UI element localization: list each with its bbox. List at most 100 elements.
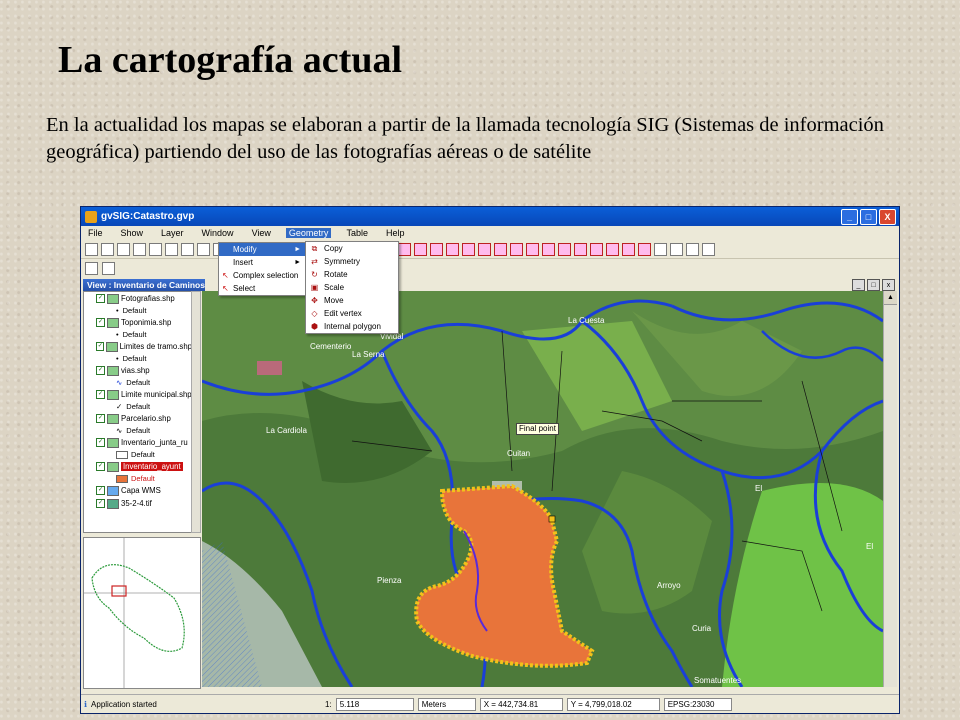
- layer-checkbox[interactable]: ✓: [96, 390, 105, 399]
- menu-geometry[interactable]: Geometry: [285, 228, 332, 238]
- overview-map[interactable]: [83, 537, 201, 689]
- submenu-move[interactable]: ✥ Move: [306, 294, 398, 307]
- layer-item[interactable]: ✓ Parcelario.shp: [84, 412, 192, 425]
- add-layer-icon[interactable]: [85, 261, 98, 275]
- menubar: File Show Layer Window View Geometry Tab…: [81, 226, 899, 240]
- chart-icon[interactable]: [686, 242, 699, 256]
- symmetry-tool-icon[interactable]: [558, 242, 571, 256]
- scroll-up-icon[interactable]: ▲: [884, 291, 897, 305]
- menu-view[interactable]: View: [249, 228, 274, 238]
- image-icon[interactable]: [702, 242, 715, 256]
- menu-layer[interactable]: Layer: [158, 228, 187, 238]
- new-file-icon[interactable]: [85, 242, 98, 256]
- layer-icon: [107, 389, 119, 400]
- layer-item[interactable]: ✓ Inventario_junta_ru: [84, 436, 192, 449]
- edit-vertex-icon[interactable]: [622, 242, 635, 256]
- view-close-button[interactable]: x: [882, 279, 895, 291]
- submenu-edit-vertex[interactable]: ◇ Edit vertex: [306, 307, 398, 320]
- point-tool-icon[interactable]: [430, 242, 443, 256]
- ellipse-tool-icon[interactable]: [526, 242, 539, 256]
- layer-checkbox[interactable]: ✓: [96, 342, 105, 351]
- move-tool-icon[interactable]: [606, 242, 619, 256]
- layer-item[interactable]: ✓ Limites de tramo.shp: [84, 340, 192, 353]
- layer-checkbox[interactable]: ✓: [96, 318, 105, 327]
- layer-legend: Default: [84, 449, 192, 460]
- menu-show[interactable]: Show: [118, 228, 147, 238]
- internal-polygon-icon[interactable]: [638, 242, 651, 256]
- menu-item-insert[interactable]: Insert ►: [219, 256, 305, 269]
- copy-tool-icon[interactable]: [542, 242, 555, 256]
- layer-checkbox[interactable]: ✓: [96, 438, 105, 447]
- maximize-button[interactable]: □: [860, 208, 877, 225]
- menu-help[interactable]: Help: [383, 228, 408, 238]
- circle-select-icon[interactable]: [414, 242, 427, 256]
- layer-item[interactable]: ✓ Toponimia.shp: [84, 316, 192, 329]
- layer-checkbox[interactable]: ✓: [96, 294, 105, 303]
- layer-checkbox[interactable]: ✓: [96, 366, 105, 375]
- rotate-tool-icon[interactable]: [574, 242, 587, 256]
- layer-item-editing[interactable]: ✓ Inventario_ayunt: [84, 460, 192, 473]
- place-label: El: [755, 484, 762, 493]
- layer-checkbox[interactable]: ✓: [96, 499, 105, 508]
- menu-item-complex-selection[interactable]: ↖ Complex selection: [219, 269, 305, 282]
- rotate-icon: ↻: [311, 270, 318, 279]
- info-icon[interactable]: [197, 242, 210, 256]
- layer-icon: [107, 413, 119, 424]
- menu-window[interactable]: Window: [199, 228, 237, 238]
- menu-file[interactable]: File: [85, 228, 106, 238]
- scale-tool-icon[interactable]: [590, 242, 603, 256]
- layer-properties-icon[interactable]: [102, 261, 115, 275]
- view-maximize-button[interactable]: □: [867, 279, 880, 291]
- copy-icon: ⧉: [311, 243, 318, 253]
- line-symbol-icon: ∿: [116, 426, 123, 435]
- polygon-tool-icon[interactable]: [494, 242, 507, 256]
- zoom-in-icon[interactable]: [133, 242, 146, 256]
- layer-item[interactable]: ✓ Capa WMS: [84, 484, 192, 497]
- square-tool-icon[interactable]: [510, 242, 523, 256]
- secondary-toolbar: [81, 259, 899, 277]
- close-button[interactable]: X: [879, 208, 896, 225]
- select-arrow-icon[interactable]: [654, 242, 667, 256]
- map-canvas[interactable]: Cementerio La Serna Vividal La Cuesta La…: [202, 291, 883, 687]
- layer-icon: [107, 293, 119, 304]
- open-folder-icon[interactable]: [101, 242, 114, 256]
- line-tool-icon[interactable]: [446, 242, 459, 256]
- symmetry-icon: ⇄: [311, 257, 318, 266]
- submenu-copy[interactable]: ⧉ Copy: [306, 242, 398, 255]
- layer-item[interactable]: ✓ 35-2-4.tif: [84, 497, 192, 510]
- table-icon[interactable]: [670, 242, 683, 256]
- submenu-internal-polygon[interactable]: ⬢ Internal polygon: [306, 320, 398, 333]
- menu-table[interactable]: Table: [343, 228, 371, 238]
- layer-icon: [107, 365, 119, 376]
- gvsig-window: gvSIG:Catastro.gvp _ □ X File Show Layer…: [80, 206, 900, 714]
- layer-checkbox[interactable]: ✓: [96, 414, 105, 423]
- submenu-rotate[interactable]: ↻ Rotate: [306, 268, 398, 281]
- layer-checkbox[interactable]: ✓: [96, 486, 105, 495]
- submenu-scale[interactable]: ▣ Scale: [306, 281, 398, 294]
- polyline-tool-icon[interactable]: [462, 242, 475, 256]
- view-minimize-button[interactable]: _: [852, 279, 865, 291]
- arc-tool-icon[interactable]: [478, 242, 491, 256]
- layer-item[interactable]: ✓ Fotografias.shp: [84, 292, 192, 305]
- zoom-extent-icon[interactable]: [165, 242, 178, 256]
- save-icon[interactable]: [117, 242, 130, 256]
- layer-item[interactable]: ✓ Limite municipal.shp: [84, 388, 192, 401]
- minimize-button[interactable]: _: [841, 208, 858, 225]
- pan-icon[interactable]: [181, 242, 194, 256]
- layer-toc: ✓ Fotografias.shp • Default ✓ Toponimia.shp…: [83, 291, 193, 533]
- zoom-out-icon[interactable]: [149, 242, 162, 256]
- map-scrollbar[interactable]: ▲: [883, 291, 897, 687]
- layer-item[interactable]: ✓ vias.shp: [84, 364, 192, 377]
- submenu-symmetry[interactable]: ⇄ Symmetry: [306, 255, 398, 268]
- toc-scrollbar[interactable]: [191, 291, 201, 533]
- polygon-select-icon[interactable]: [398, 242, 411, 256]
- scale-input[interactable]: 5.118: [335, 697, 414, 711]
- menu-item-select[interactable]: ↖ Select: [219, 282, 305, 295]
- layer-checkbox[interactable]: ✓: [96, 462, 105, 471]
- layer-legend: ∿ Default: [116, 378, 151, 387]
- units-select[interactable]: Meters: [417, 697, 476, 711]
- internal-polygon-icon: ⬢: [311, 322, 318, 331]
- menu-item-modify[interactable]: Modify ►: [219, 243, 305, 256]
- cursor-icon: ↖: [222, 271, 229, 280]
- place-label: El: [866, 542, 873, 551]
